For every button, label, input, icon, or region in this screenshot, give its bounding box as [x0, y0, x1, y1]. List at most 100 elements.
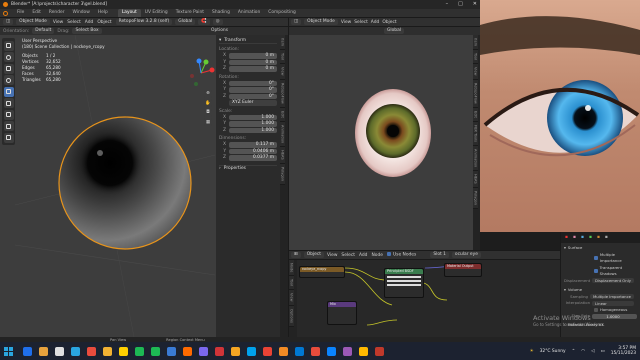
- reference-image-window[interactable]: [480, 0, 640, 232]
- menu-add-2[interactable]: Add: [371, 20, 380, 25]
- menu-select-2[interactable]: Select: [354, 20, 368, 25]
- orientation-select[interactable]: Default: [32, 28, 55, 34]
- sidetab2-tool[interactable]: Tool: [473, 50, 478, 65]
- sidetab-heas[interactable]: HEAS: [280, 146, 285, 164]
- editor-type-button-2[interactable]: ◫: [291, 19, 302, 25]
- scale-z-field[interactable]: 1.000: [229, 127, 277, 133]
- node-mode-select[interactable]: Object: [303, 252, 324, 258]
- displacement-select[interactable]: Displacement Only: [592, 278, 635, 284]
- mode-select-2[interactable]: Object Mode: [304, 19, 338, 25]
- tab-texture-paint[interactable]: Texture Paint: [172, 9, 208, 17]
- taskbar-app-icon[interactable]: [38, 346, 48, 356]
- menu-object[interactable]: Object: [97, 20, 111, 25]
- sidetab-item[interactable]: Item: [280, 35, 285, 51]
- move-tool[interactable]: [3, 63, 14, 74]
- editor-type-button[interactable]: ◫: [3, 19, 14, 25]
- node-sidetab-tool[interactable]: Tool: [289, 276, 294, 291]
- taskbar-app-icon[interactable]: [150, 346, 160, 356]
- mode-select[interactable]: Object Mode: [16, 19, 50, 25]
- viewport-canvas[interactable]: [15, 35, 215, 342]
- rotation-x-field[interactable]: 0°: [229, 80, 277, 86]
- menu-help[interactable]: Help: [94, 9, 112, 17]
- node-sidetab-node[interactable]: Node: [289, 260, 294, 277]
- slot-select[interactable]: Slot 1: [430, 252, 449, 258]
- tab-layout[interactable]: Layout: [117, 9, 141, 17]
- x-axis-icon[interactable]: [209, 67, 215, 73]
- location-x-field[interactable]: 0 m: [229, 53, 277, 59]
- node-bsdf[interactable]: Principled BSDF: [384, 268, 424, 298]
- wifi-icon[interactable]: ◠: [581, 349, 585, 354]
- taskbar-app-icon[interactable]: [118, 346, 128, 356]
- cursor-tool[interactable]: [3, 52, 14, 62]
- node-menu-add[interactable]: Add: [359, 253, 368, 258]
- sidetab-polygon[interactable]: Polygon: [280, 163, 285, 185]
- transform-orientation[interactable]: Global: [175, 19, 196, 25]
- y-axis-icon[interactable]: [203, 59, 209, 65]
- viewport-right[interactable]: ◫ Object Mode View Select Add Object Glo…: [288, 18, 480, 250]
- speaker-icon[interactable]: ◁: [591, 349, 594, 354]
- menu-file[interactable]: File: [13, 9, 28, 17]
- menu-edit[interactable]: Edit: [28, 9, 45, 17]
- navigation-gizmo[interactable]: [186, 58, 216, 88]
- menu-view[interactable]: View: [53, 20, 63, 25]
- start-button[interactable]: [4, 346, 13, 356]
- transform-orientation-2[interactable]: Global: [384, 28, 405, 34]
- sidetab-view[interactable]: View: [280, 64, 285, 80]
- blender-menu-icon[interactable]: [3, 10, 8, 16]
- node-material-output[interactable]: Material Output: [444, 263, 482, 277]
- tab-modifier-icon[interactable]: ▪: [581, 235, 584, 240]
- taskbar-app-icon[interactable]: [214, 346, 224, 356]
- sidetab2-animation[interactable]: Animation: [473, 145, 478, 171]
- taskbar-app-icon[interactable]: [86, 346, 96, 356]
- zoom-icon[interactable]: ⊕: [204, 89, 212, 98]
- scale-x-field[interactable]: 1.000: [229, 114, 277, 120]
- material-select[interactable]: ocular eye: [451, 252, 481, 258]
- sidetab-edit[interactable]: Edit: [280, 107, 285, 122]
- taskbar-app-icon[interactable]: [310, 346, 320, 356]
- node-editor[interactable]: ⊞ Object View Select Add Node Use Nodes …: [288, 250, 560, 342]
- node-sidetab-options[interactable]: Options: [289, 305, 294, 327]
- sidetab2-retopoflow[interactable]: RetopoFlow: [473, 79, 478, 108]
- options-button[interactable]: Options: [211, 28, 228, 33]
- measure-tool[interactable]: [3, 121, 14, 131]
- tab-render-icon[interactable]: ▪: [565, 235, 568, 240]
- dimensions-z-field[interactable]: 0.0377 m: [229, 155, 277, 161]
- taskbar-app-icon[interactable]: [294, 346, 304, 356]
- maximize-button[interactable]: □: [458, 1, 463, 7]
- sidetab-animation[interactable]: Animation: [280, 121, 285, 147]
- viewport-left[interactable]: ◫ Object Mode View Select Add Object Ret…: [0, 18, 288, 342]
- clock[interactable]: 3:57 PM 15/11/2023: [611, 346, 636, 356]
- taskbar-app-icon[interactable]: [358, 346, 368, 356]
- rotation-mode-select[interactable]: XYZ Euler: [229, 100, 277, 106]
- retopoflow-button[interactable]: RetopoFlow 3.2.8 (self): [115, 19, 173, 25]
- add-cube-tool[interactable]: [3, 132, 14, 143]
- camera-icon[interactable]: ◘: [204, 108, 212, 117]
- location-y-field[interactable]: 0 m: [229, 59, 277, 65]
- dimensions-y-field[interactable]: 0.0406 m: [229, 148, 277, 154]
- multiple-importance-checkbox[interactable]: Multiple Importance: [564, 252, 637, 265]
- select-tool[interactable]: [3, 40, 14, 51]
- close-button[interactable]: ✕: [473, 1, 477, 7]
- taskbar-app-icon[interactable]: [166, 346, 176, 356]
- scale-tool[interactable]: [3, 86, 14, 97]
- transform-tool[interactable]: [3, 98, 14, 108]
- menu-add[interactable]: Add: [85, 20, 94, 25]
- sidetab2-item[interactable]: Item: [473, 35, 478, 51]
- rotate-tool[interactable]: [3, 75, 14, 85]
- tab-material-icon[interactable]: ▪: [597, 235, 600, 240]
- battery-icon[interactable]: ▭: [601, 349, 605, 354]
- tab-physics-icon[interactable]: ▪: [589, 235, 592, 240]
- rotation-z-field[interactable]: 0°: [229, 93, 277, 99]
- sidetab-retopoflow[interactable]: RetopoFlow: [280, 79, 285, 108]
- taskbar-app-icon[interactable]: [134, 346, 144, 356]
- rendered-eye[interactable]: [349, 83, 439, 188]
- sampling-select[interactable]: Multiple Importance: [589, 294, 634, 300]
- taskbar-app-icon[interactable]: [54, 346, 64, 356]
- annotate-tool[interactable]: [3, 109, 14, 120]
- sidetab2-edit[interactable]: Edit: [473, 107, 478, 122]
- taskbar-app-icon[interactable]: [262, 346, 272, 356]
- tab-world-icon[interactable]: ▪: [605, 235, 608, 240]
- node-image-texture[interactable]: rockeye_rcopy: [299, 266, 345, 278]
- scale-y-field[interactable]: 1.000: [229, 121, 277, 127]
- neg-x-axis-icon[interactable]: [190, 74, 194, 78]
